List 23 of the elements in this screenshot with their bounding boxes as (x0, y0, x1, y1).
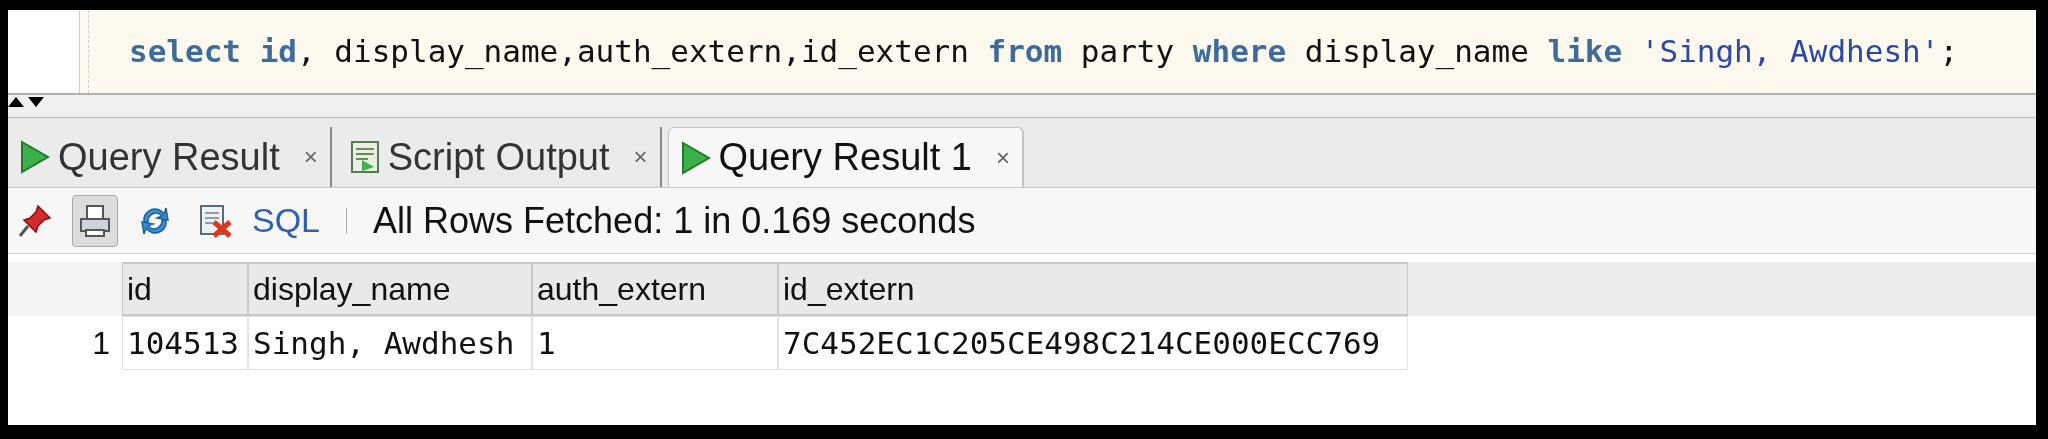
row-number: 1 (91, 324, 111, 363)
table-cell: 1 (532, 316, 778, 370)
sql-link[interactable]: SQL (252, 195, 321, 246)
delete-document-icon[interactable] (198, 203, 232, 238)
close-tab-button[interactable]: × (633, 139, 648, 175)
close-tab-button[interactable]: × (996, 139, 1010, 176)
play-icon (680, 140, 711, 175)
column-header[interactable]: id (122, 262, 248, 316)
result-tab[interactable]: Query Result 1 × (667, 127, 1024, 187)
printer-icon (78, 203, 112, 238)
column-header[interactable]: display_name (248, 262, 532, 316)
toolbar-button[interactable] (72, 194, 118, 247)
play-icon (20, 140, 50, 174)
fetch-status: All Rows Fetched: 1 in 0.169 seconds (373, 198, 976, 243)
column-header[interactable]: auth_extern (532, 262, 778, 316)
sql-statement: select id, display_name,auth_extern,id_extern from party where display_name like 'Singh, Awdhesh'; (129, 32, 1959, 72)
table-cell: 7C452EC1C205CE498C214CE000ECC769 (778, 316, 1408, 370)
pin-icon[interactable] (18, 203, 52, 238)
close-tab-button[interactable]: × (303, 139, 318, 175)
document-icon (349, 140, 380, 174)
column-header[interactable]: id_extern (778, 262, 1408, 316)
table-cell: Singh, Awdhesh (248, 316, 532, 370)
table-cell: 104513 (122, 316, 248, 370)
